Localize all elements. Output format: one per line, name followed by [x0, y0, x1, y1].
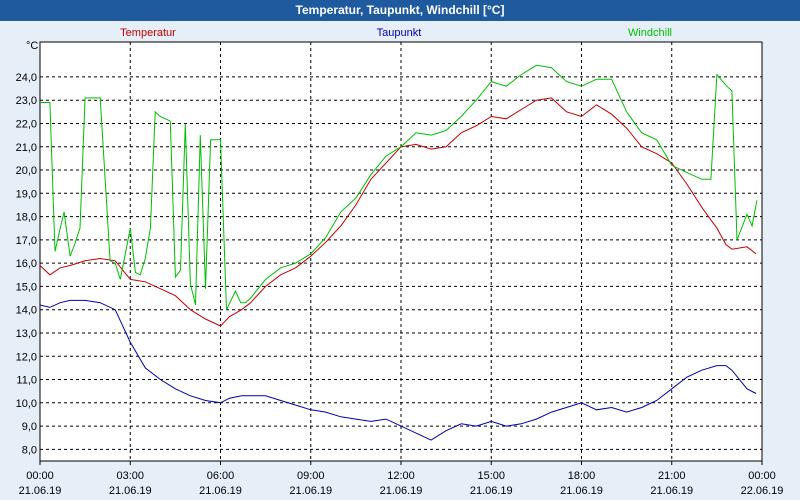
legend-label-taupunkt: Taupunkt	[377, 27, 422, 39]
y-tick-label: 17,0	[16, 235, 37, 247]
x-tick-label-date: 21.06.19	[19, 485, 62, 497]
y-tick-label: 16,0	[16, 258, 37, 270]
y-tick-label: 23,0	[16, 95, 37, 107]
x-tick-label-date: 21.06.19	[380, 485, 423, 497]
x-axis-ticks: 00:00 21.06.19 03:00 21.06.19 06:00 21.06.19 0…	[19, 461, 784, 497]
x-tick-label-time: 09:00	[297, 470, 325, 482]
x-tick-label-date: 22.06.19	[741, 485, 784, 497]
legend-label-windchill: Windchill	[628, 27, 672, 39]
y-tick-label: 10,0	[16, 398, 37, 410]
x-tick-label-date: 21.06.19	[289, 485, 332, 497]
y-tick-label: 20,0	[16, 165, 37, 177]
y-tick-label: 22,0	[16, 118, 37, 130]
y-tick-label: 14,0	[16, 305, 37, 317]
chart-area: 8,0 9,0 10,0 11,0 12,0 13,0 14,0 15,0 16,0 17,0 18…	[16, 27, 784, 497]
x-tick-label-time: 21:00	[658, 470, 686, 482]
legend-label-temperatur: Temperatur	[120, 27, 176, 39]
x-tick-label-time: 00:00	[748, 470, 776, 482]
y-tick-label: 8,0	[22, 444, 37, 456]
y-tick-label: 15,0	[16, 281, 37, 293]
x-tick-label-time: 00:00	[26, 470, 54, 482]
y-tick-label: 24,0	[16, 72, 37, 84]
y-tick-label: 12,0	[16, 351, 37, 363]
x-tick-label-time: 06:00	[207, 470, 235, 482]
y-tick-label: 18,0	[16, 212, 37, 224]
x-tick-label-date: 21.06.19	[199, 485, 242, 497]
x-tick-label-time: 15:00	[477, 470, 505, 482]
y-tick-label: 13,0	[16, 328, 37, 340]
x-tick-label-time: 03:00	[116, 470, 144, 482]
x-tick-label-date: 21.06.19	[109, 485, 152, 497]
x-tick-label-time: 12:00	[387, 470, 415, 482]
y-tick-label: 11,0	[16, 375, 37, 387]
x-tick-label-date: 21.06.19	[560, 485, 603, 497]
y-axis-ticks: 8,0 9,0 10,0 11,0 12,0 13,0 14,0 15,0 16,0 17,0 18…	[16, 72, 37, 456]
x-tick-label-time: 18:00	[568, 470, 596, 482]
x-tick-label-date: 21.06.19	[650, 485, 693, 497]
y-tick-label: 19,0	[16, 188, 37, 200]
y-tick-label: 9,0	[22, 421, 37, 433]
legend: Temperatur Taupunkt Windchill	[120, 27, 672, 39]
y-axis-unit-label: °C	[26, 40, 38, 52]
y-tick-label: 21,0	[16, 142, 37, 154]
x-tick-label-date: 21.06.19	[470, 485, 513, 497]
